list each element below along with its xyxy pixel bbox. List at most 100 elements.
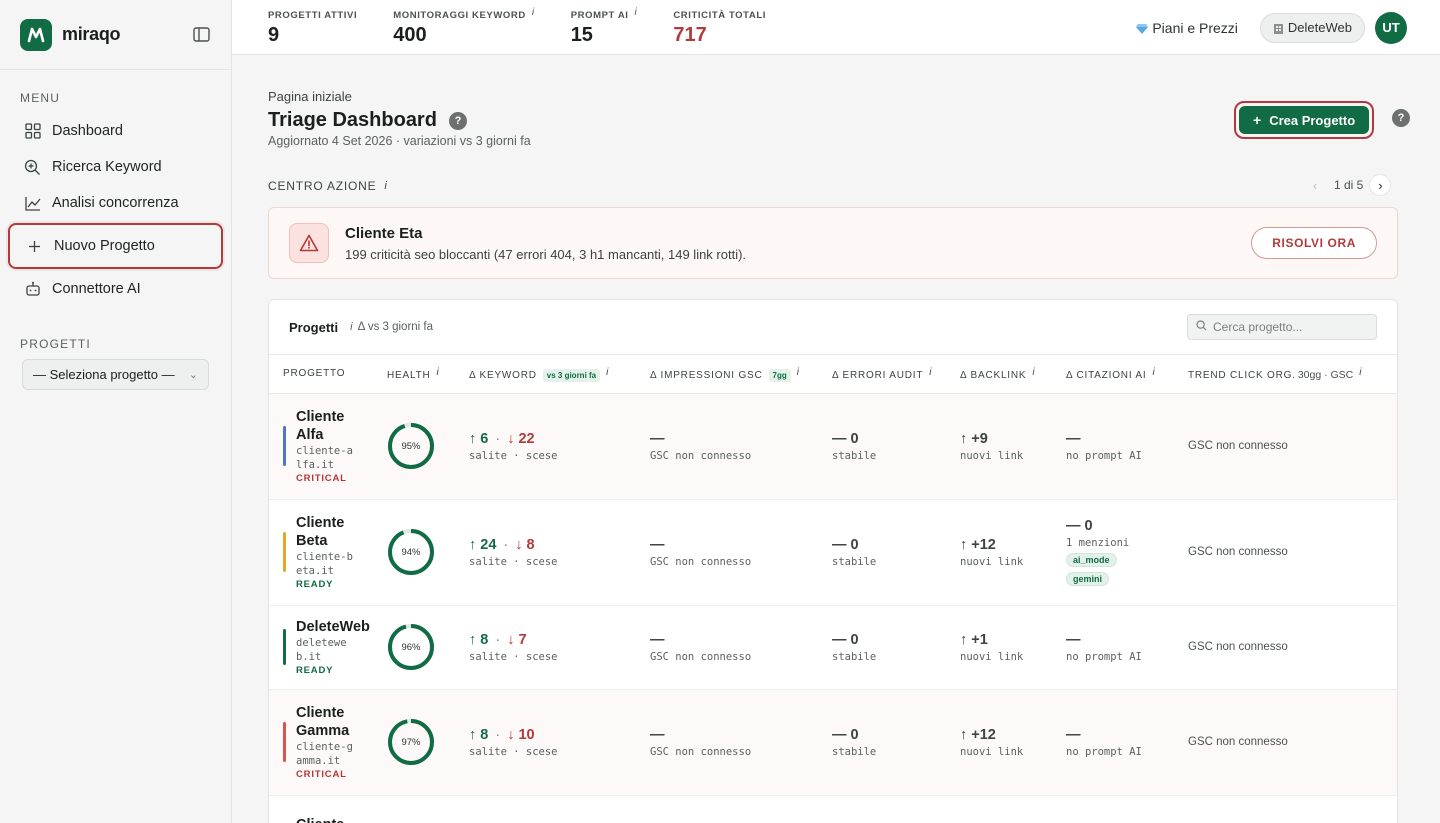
page-title: Triage Dashboard (268, 109, 437, 131)
health-label: 94% (401, 546, 421, 558)
chevron-left-icon[interactable]: ‹ (1304, 174, 1326, 196)
help-icon[interactable]: ? (448, 111, 467, 130)
cell-health: 94% (387, 499, 469, 606)
col-label: Δ ERRORI AUDIT (832, 369, 924, 381)
status-bar (283, 426, 286, 466)
citation-pill: gemini (1066, 571, 1110, 586)
logo-icon[interactable] (20, 18, 52, 51)
chevron-right-icon[interactable]: › (1369, 174, 1392, 196)
sidebar-item-ricerca-keyword[interactable]: Ricerca Keyword (8, 149, 223, 185)
info-icon[interactable]: i (797, 367, 800, 378)
building-icon (1273, 22, 1284, 34)
sidebar-nav: Dashboard Ricerca Keyword Analisi concor… (0, 113, 231, 307)
sidebar-item-connettore-ai[interactable]: Connettore AI (8, 271, 223, 307)
backlink-sub: nuovi link (960, 745, 1024, 758)
table-row[interactable]: Cliente Gamma cliente-gamma.it CRITICAL 97%… (269, 689, 1397, 796)
status-bar (283, 722, 286, 762)
stat-value: 400 (393, 24, 427, 46)
col-keyword[interactable]: Δ KEYWORD vs 3 giorni fa i (469, 355, 650, 394)
info-icon[interactable]: i (350, 321, 352, 333)
avatar[interactable]: UT (1375, 11, 1407, 44)
cell-citations: — no prompt AI (1066, 605, 1188, 690)
status-badge: READY (296, 579, 334, 590)
citations-value: — (1066, 631, 1081, 648)
col-audit[interactable]: Δ ERRORI AUDIT i (832, 355, 960, 394)
stat-label: MONITORAGGI KEYWORD (393, 10, 526, 21)
project-name[interactable]: Cliente Alfa (296, 408, 366, 444)
sidebar-item-nuovo-progetto[interactable]: Nuovo Progetto (8, 223, 223, 269)
grid-icon (24, 123, 41, 140)
info-icon[interactable]: i (532, 7, 535, 18)
project-select[interactable]: — Seleziona progetto — ⌄ (22, 359, 209, 390)
project-name[interactable]: Cliente (296, 816, 386, 823)
info-icon[interactable]: i (384, 180, 387, 192)
cell-project: Cliente Alfa cliente-alfa.it CRITICAL (269, 393, 387, 500)
project-name[interactable]: Cliente Beta (296, 514, 366, 550)
gsc-value: — (650, 631, 665, 648)
chart-line-icon (24, 195, 41, 212)
status-badge: CRITICAL (296, 769, 347, 780)
project-domain: cliente-gamma.it (296, 741, 353, 767)
col-impressions[interactable]: Δ IMPRESSIONI GSC 7gg i (650, 355, 832, 394)
cell-audit: — 0 stabile (832, 605, 960, 690)
health-label: 97% (401, 736, 421, 748)
cell-impressions: — GSC non connesso (650, 393, 832, 500)
sidebar-item-label: Dashboard (52, 123, 123, 139)
table-row[interactable]: Cliente (269, 795, 1397, 823)
backlink-value: ↑ +12 (960, 726, 996, 743)
cell-citations: — no prompt AI (1066, 393, 1188, 500)
kw-up: ↑ 8 (469, 726, 489, 743)
resolve-button[interactable]: RISOLVI ORA (1251, 227, 1377, 259)
col-project[interactable]: PROGETTO (269, 355, 387, 394)
breadcrumb[interactable]: Pagina iniziale (268, 89, 352, 104)
info-icon[interactable]: i (437, 367, 440, 378)
col-citations[interactable]: Δ CITAZIONI AI i (1066, 355, 1188, 394)
cell-trend: GSC non connesso (1188, 605, 1397, 690)
info-icon[interactable]: i (606, 367, 609, 378)
stat-label: PROGETTI ATTIVI (268, 10, 358, 21)
projects-card: Progetti i Δ vs 3 giorni fa PROGETTO HEA… (268, 299, 1398, 823)
kw-sub: salite · scese (469, 745, 558, 758)
info-icon[interactable]: i (929, 367, 932, 378)
separator: · (495, 631, 501, 648)
cell-keyword: ↑ 8 · ↓ 7 salite · scese (469, 605, 650, 690)
col-label: Δ BACKLINK (960, 369, 1027, 381)
stat-monitoraggi-keyword: MONITORAGGI KEYWORD i 400 (393, 0, 534, 47)
create-project-label: Crea Progetto (1269, 112, 1356, 128)
workspace-label: DeleteWeb (1287, 20, 1352, 35)
alert-title: Cliente Eta (345, 224, 423, 242)
col-tag: vs 3 giorni fa (542, 368, 601, 382)
info-icon[interactable]: i (1152, 367, 1155, 378)
info-icon[interactable]: i (1359, 367, 1362, 378)
create-project-button[interactable]: + Crea Progetto (1239, 106, 1370, 134)
cell-backlink (960, 795, 1066, 823)
kw-up: ↑ 6 (469, 430, 489, 447)
backlink-value: ↑ +9 (960, 430, 988, 447)
sidebar-item-dashboard[interactable]: Dashboard (8, 113, 223, 149)
col-health[interactable]: HEALTH i (387, 355, 469, 394)
cell-keyword: ↑ 8 · ↓ 10 salite · scese (469, 689, 650, 796)
cell-audit: — 0 stabile (832, 393, 960, 500)
sidebar-toggle-icon[interactable] (191, 25, 211, 45)
backlink-value: ↑ +12 (960, 536, 996, 553)
info-icon[interactable]: i (635, 7, 638, 18)
col-trend[interactable]: TREND CLICK ORG. 30gg · GSC i (1188, 355, 1397, 394)
help-icon[interactable]: ? (1392, 109, 1410, 127)
project-name[interactable]: Cliente Gamma (296, 704, 366, 740)
workspace-button[interactable]: DeleteWeb (1259, 12, 1365, 43)
chevron-down-icon: ⌄ (188, 369, 198, 381)
sidebar-item-analisi-concorrenza[interactable]: Analisi concorrenza (8, 185, 223, 221)
info-icon[interactable]: i (1032, 367, 1035, 378)
table-row[interactable]: DeleteWeb deleteweb.it READY 96% ↑ 8 · ↓ 7 sali… (269, 605, 1397, 690)
audit-value: — 0 (832, 726, 859, 743)
table-row[interactable]: Cliente Alfa cliente-alfa.it CRITICAL 95% ↑ … (269, 393, 1397, 500)
audit-sub: stabile (832, 745, 877, 758)
project-name[interactable]: DeleteWeb (296, 618, 386, 636)
col-backlink[interactable]: Δ BACKLINK i (960, 355, 1066, 394)
table-row[interactable]: Cliente Beta cliente-beta.it READY 94% ↑ 24 ·… (269, 499, 1397, 606)
health-label: 95% (401, 440, 421, 452)
cell-citations (1066, 795, 1188, 823)
search-input[interactable] (1213, 320, 1363, 334)
plans-link[interactable]: Piani e Prezzi (1136, 20, 1238, 36)
gsc-sub: GSC non connesso (650, 650, 752, 663)
